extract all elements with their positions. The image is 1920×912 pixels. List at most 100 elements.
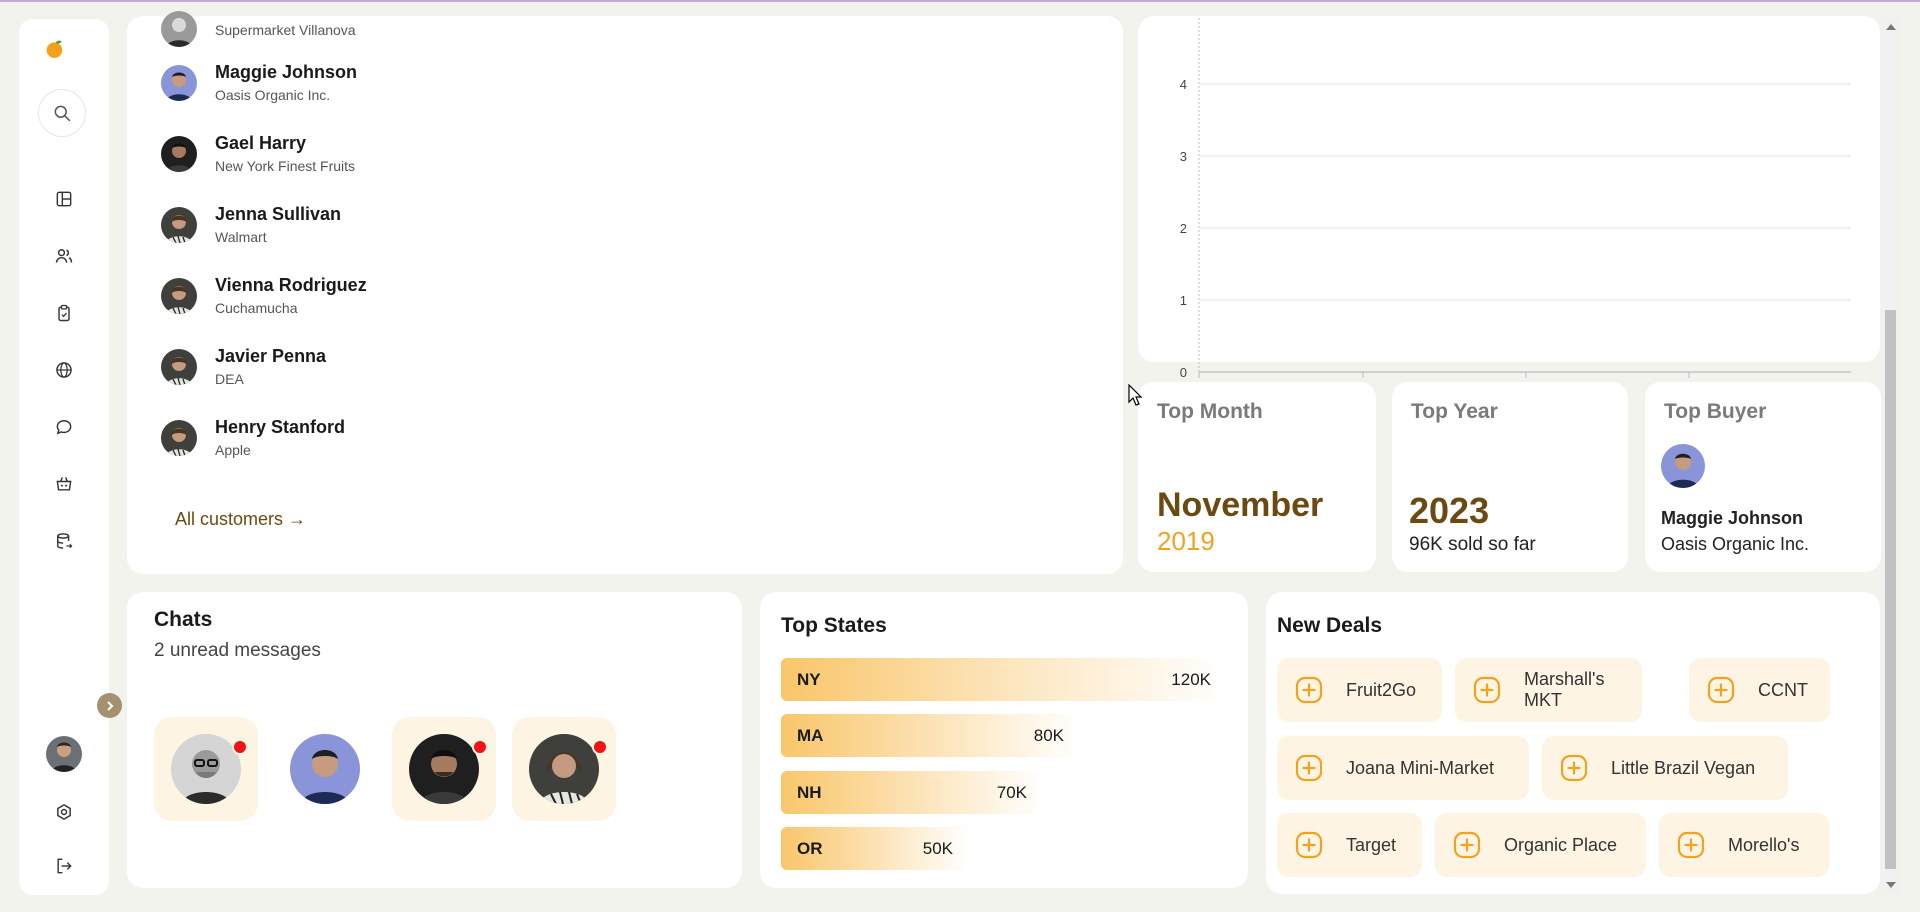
customer-row[interactable]: Jenna Sullivan Walmart xyxy=(161,200,341,250)
customers-card: Supermarket Villanova Maggie Johnson Oas… xyxy=(127,11,1123,574)
top-buyer-name: Maggie Johnson xyxy=(1661,508,1804,528)
chat-avatar xyxy=(409,734,479,804)
state-bar-ny[interactable]: NY 120K xyxy=(781,658,1227,701)
sidebar-expand-button[interactable] xyxy=(97,693,122,718)
customer-row[interactable]: Henry Stanford Apple xyxy=(161,413,345,463)
chat-avatar xyxy=(529,734,599,804)
customer-avatar xyxy=(161,207,197,243)
deal-item[interactable]: Morello's xyxy=(1659,813,1829,877)
search-icon xyxy=(54,105,71,122)
state-code: OR xyxy=(797,838,823,858)
customer-row[interactable]: Supermarket Villanova xyxy=(161,4,356,54)
customer-row[interactable]: Vienna Rodriguez Cuchamucha xyxy=(161,271,367,321)
plus-icon xyxy=(1560,754,1588,782)
state-bar-nh[interactable]: NH 70K xyxy=(781,771,1043,814)
scroll-down-arrow[interactable] xyxy=(1886,882,1896,888)
deal-item[interactable]: CCNT xyxy=(1689,658,1830,722)
mouse-cursor-icon xyxy=(1128,384,1142,406)
scrollbar-thumb[interactable] xyxy=(1885,310,1896,869)
nav-settings[interactable] xyxy=(44,792,84,832)
all-customers-link[interactable]: All customers → xyxy=(175,509,306,530)
top-year-value: 2023 xyxy=(1409,490,1490,531)
state-value: 120K xyxy=(1171,669,1211,689)
nav-products[interactable] xyxy=(44,464,84,504)
nav-users[interactable] xyxy=(44,236,84,276)
state-bar-or[interactable]: OR 50K xyxy=(781,827,969,870)
deal-name: CCNT xyxy=(1758,679,1808,700)
nav-data[interactable] xyxy=(44,521,84,561)
nav-chat[interactable] xyxy=(44,407,84,447)
customer-name: Maggie Johnson xyxy=(215,62,358,82)
customer-avatar xyxy=(161,349,197,385)
chats-title: Chats xyxy=(154,608,213,631)
state-code: NY xyxy=(797,669,821,689)
plus-icon xyxy=(1295,676,1323,704)
plus-icon xyxy=(1295,831,1323,859)
plus-icon xyxy=(1707,676,1735,704)
deal-name: Fruit2Go xyxy=(1346,679,1417,700)
chart-y-tick-label: 0 xyxy=(1180,365,1187,378)
chats-unread-count: 2 unread messages xyxy=(154,640,321,661)
top-states-card: Top States NY 120K MA 80K NH 70K OR 50K xyxy=(760,592,1248,888)
deal-name: Joana Mini-Market xyxy=(1346,757,1495,778)
deal-item[interactable]: Marshall's MKT xyxy=(1455,658,1642,722)
chat-contact[interactable] xyxy=(273,717,377,821)
nav-dashboard[interactable] xyxy=(44,179,84,219)
top-buyer-company: Oasis Organic Inc. xyxy=(1661,534,1810,554)
new-deals-card: New Deals Fruit2Go Marshall's MKT CCNT J… xyxy=(1266,592,1880,894)
dashboard-icon xyxy=(56,191,72,207)
chart-y-tick-label: 2 xyxy=(1180,221,1187,236)
deal-item[interactable]: Little Brazil Vegan xyxy=(1542,736,1788,800)
chat-icon xyxy=(56,420,72,435)
chart-y-tick-label: 3 xyxy=(1180,149,1187,164)
scroll-up-arrow[interactable] xyxy=(1886,24,1896,30)
nav-logout[interactable] xyxy=(44,846,84,886)
page-scrollbar[interactable] xyxy=(1881,18,1900,894)
top-states-title: Top States xyxy=(781,614,887,637)
customer-name: Jenna Sullivan xyxy=(215,204,342,224)
customer-company: DEA xyxy=(215,371,244,387)
sales-chart: 0 1 2 3 4 xyxy=(1180,18,1851,378)
customer-name: Javier Penna xyxy=(215,346,327,366)
chat-contact[interactable] xyxy=(154,717,258,821)
sales-chart-card: 0 1 2 3 4 xyxy=(1138,16,1880,378)
customer-name: Gael Harry xyxy=(215,133,307,153)
logout-icon xyxy=(57,858,72,874)
chat-contact[interactable] xyxy=(392,717,496,821)
plus-icon xyxy=(1677,831,1705,859)
chat-contact[interactable] xyxy=(512,717,616,821)
unread-indicator xyxy=(232,739,248,755)
deal-item[interactable]: Joana Mini-Market xyxy=(1277,736,1529,800)
customer-row[interactable]: Maggie Johnson Oasis Organic Inc. xyxy=(161,58,357,108)
state-code: NH xyxy=(797,782,822,802)
plus-icon xyxy=(1473,676,1501,704)
customer-company: New York Finest Fruits xyxy=(215,158,356,174)
state-value: 50K xyxy=(922,838,953,858)
customer-avatar xyxy=(161,420,197,456)
state-value: 80K xyxy=(1033,725,1064,745)
user-avatar[interactable] xyxy=(46,736,82,772)
orange-logo-icon[interactable] xyxy=(37,31,73,67)
customer-row[interactable]: Gael Harry New York Finest Fruits xyxy=(161,129,355,179)
deal-item[interactable]: Organic Place xyxy=(1435,813,1646,877)
plus-icon xyxy=(1453,831,1481,859)
chart-y-tick-label: 4 xyxy=(1180,77,1187,92)
top-month-year: 2019 xyxy=(1157,526,1215,556)
chat-avatar xyxy=(171,734,241,804)
nav-orders[interactable] xyxy=(44,293,84,333)
deal-name: Marshall's MKT xyxy=(1524,669,1605,710)
customer-avatar xyxy=(161,278,197,314)
deal-name: Organic Place xyxy=(1504,834,1618,855)
nav-regions[interactable] xyxy=(44,350,84,390)
top-buyer-avatar xyxy=(1661,444,1705,488)
customer-row[interactable]: Javier Penna DEA xyxy=(161,342,326,392)
state-value: 70K xyxy=(996,782,1027,802)
deal-item[interactable]: Target xyxy=(1277,813,1422,877)
search-button[interactable] xyxy=(38,89,86,137)
customer-avatar xyxy=(161,65,197,101)
sidebar xyxy=(19,19,109,895)
deal-item[interactable]: Fruit2Go xyxy=(1277,658,1442,722)
state-bar-ma[interactable]: MA 80K xyxy=(781,714,1080,757)
settings-icon xyxy=(57,804,71,820)
deal-name: Little Brazil Vegan xyxy=(1611,757,1756,778)
